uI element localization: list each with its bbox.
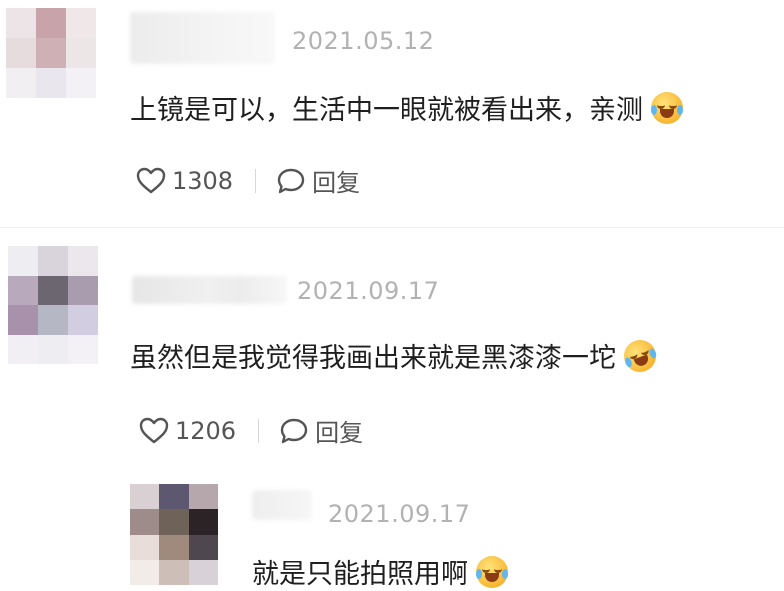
crying-laughing-emoji-icon (651, 91, 683, 124)
comment-actions: 1206 回复 (139, 413, 363, 448)
crying-laughing-emoji-icon (476, 555, 508, 588)
reply-button[interactable]: 回复 (276, 163, 360, 198)
username-blurred[interactable] (252, 490, 312, 520)
reply-label: 回复 (315, 419, 364, 447)
like-button[interactable]: 1308 (136, 167, 233, 195)
avatar[interactable] (8, 246, 98, 364)
reply-text-content: 就是只能拍照用啊 (252, 559, 468, 590)
heart-outline-icon (136, 167, 166, 193)
comment-text-content: 虽然但是我觉得我画出来就是黑漆漆一坨 (130, 343, 616, 374)
reply-text: 就是只能拍照用啊 (252, 552, 508, 591)
speech-bubble-icon (277, 168, 305, 193)
comment-text: 上镜是可以，生活中一眼就被看出来，亲测 (130, 88, 683, 127)
reply-date: 2021.09.17 (328, 500, 471, 528)
rolling-laughing-emoji-icon (619, 334, 661, 377)
avatar[interactable] (6, 8, 96, 98)
username-blurred[interactable] (130, 12, 275, 64)
comment-date: 2021.09.17 (297, 277, 440, 305)
comment-text: 虽然但是我觉得我画出来就是黑漆漆一坨 (130, 334, 661, 377)
reply-button[interactable]: 回复 (279, 413, 363, 448)
comment-date: 2021.05.12 (292, 27, 435, 55)
action-divider (255, 168, 257, 193)
comment-actions: 1308 回复 (136, 163, 360, 198)
comment-divider (0, 227, 784, 228)
heart-outline-icon (139, 417, 169, 443)
like-count: 1206 (175, 416, 237, 445)
comment-text-content: 上镜是可以，生活中一眼就被看出来，亲测 (130, 95, 643, 126)
username-blurred[interactable] (132, 276, 287, 304)
action-divider (258, 418, 260, 443)
like-count: 1308 (172, 166, 234, 195)
like-button[interactable]: 1206 (139, 417, 236, 445)
reply-avatar[interactable] (130, 484, 218, 585)
reply-label: 回复 (312, 169, 361, 197)
speech-bubble-icon (280, 418, 308, 443)
